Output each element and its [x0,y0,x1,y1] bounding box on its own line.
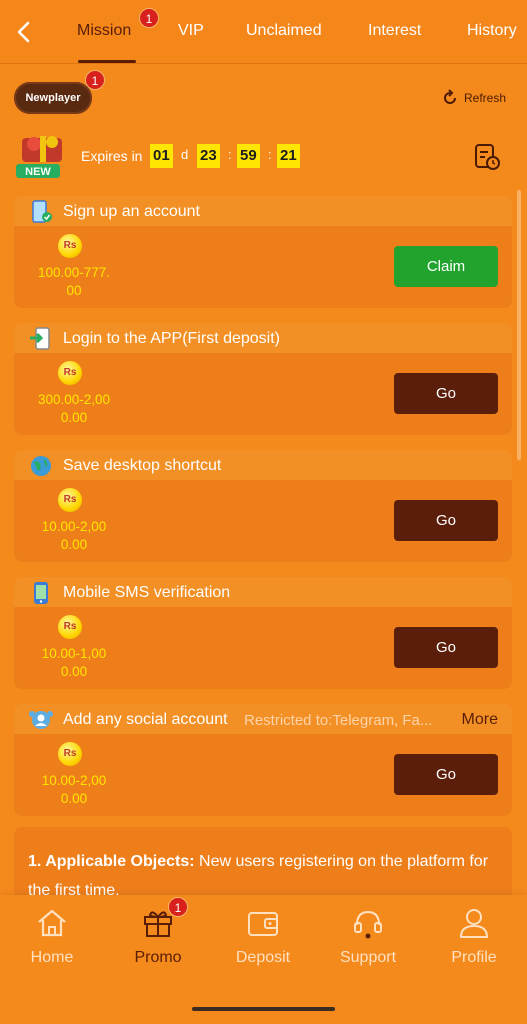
rupee-coin-icon: Rs [58,488,82,512]
mission-card: Save desktop shortcut Rs 10.00-2,00 0.00 … [14,450,512,562]
reward-amount: 10.00-2,00 0.00 [41,773,107,806]
tab-mission[interactable]: Mission [77,22,131,40]
mission-title: Sign up an account [63,203,200,220]
rules-document-icon[interactable] [472,142,502,172]
nav-deposit[interactable]: Deposit [223,905,303,967]
bottom-nav: Home Promo 1 Deposit Support Profile [0,895,527,1024]
more-link[interactable]: More [462,711,498,729]
new-gift-icon: NEW [16,136,62,178]
user-icon [459,909,489,938]
gesture-home-bar[interactable] [192,1007,335,1011]
nav-home[interactable]: Home [12,905,92,967]
refresh-label: Refresh [464,91,507,105]
mission-title: Login to the APP(First deposit) [63,330,280,347]
mission-card: Login to the APP(First deposit) Rs 300.0… [14,323,512,435]
nav-profile[interactable]: Profile [434,905,514,967]
tab-interest[interactable]: Interest [368,22,421,40]
reward-amount: 10.00-2,00 0.00 [41,519,107,552]
scrollbar[interactable] [517,190,521,460]
timer-minutes: 59 [237,144,260,168]
active-tab-indicator [78,60,136,63]
nav-promo[interactable]: Promo [118,905,198,967]
mission-card: Sign up an account Rs 100.00-777. 00 Clai… [14,196,512,308]
reward-amount: 10.00-1,00 0.00 [41,646,107,679]
timer-separator: : [228,147,232,162]
headset-icon [354,910,382,939]
reward-amount: 100.00-777. 00 [37,265,111,298]
tab-vip[interactable]: VIP [178,22,204,40]
go-button[interactable]: Go [394,627,498,668]
go-button[interactable]: Go [394,500,498,541]
promo-timer-row: NEW Expires in 01 d 23 : 59 : 21 [14,132,514,182]
top-tab-bar: Mission 1 VIP Unclaimed Interest History [0,0,527,64]
timer-days: 01 [150,144,173,168]
expires-label: Expires in [81,148,143,164]
phone-icon [34,582,48,604]
newplayer-tab[interactable]: Newplayer [14,82,92,114]
rupee-coin-icon: Rs [58,234,82,258]
social-icon [29,711,53,729]
mission-title: Mobile SMS verification [63,584,231,601]
restriction-note: Restricted to:Telegram, Fa... [244,712,433,729]
day-unit: d [181,147,189,162]
mission-title: Save desktop shortcut [63,457,222,474]
refresh-button[interactable]: Refresh [440,88,506,108]
mission-title: Add any social account [63,711,228,728]
go-button[interactable]: Go [394,754,498,795]
rupee-coin-icon: Rs [58,615,82,639]
newplayer-badge: 1 [85,70,105,90]
new-tag: NEW [25,166,51,178]
rupee-coin-icon: Rs [58,361,82,385]
refresh-icon [444,89,456,104]
back-arrow-icon[interactable] [12,18,36,46]
tab-history[interactable]: History [467,22,517,40]
go-button[interactable]: Go [394,373,498,414]
home-icon [38,909,66,937]
nav-support[interactable]: Support [328,905,408,967]
claim-button[interactable]: Claim [394,246,498,287]
timer-separator: : [268,147,272,162]
timer-hours: 23 [197,144,220,168]
mission-card: Mobile SMS verification Rs 10.00-1,00 0.0… [14,577,512,689]
phone-check-icon [32,200,52,223]
login-app-icon [30,327,50,350]
timer-seconds: 21 [277,144,300,168]
reward-amount: 300.00-2,00 0.00 [37,392,111,425]
mission-card: Add any social account Restricted to:Tel… [14,704,512,816]
rupee-coin-icon: Rs [58,742,82,766]
tab-unclaimed[interactable]: Unclaimed [246,22,322,40]
promo-badge: 1 [168,897,188,917]
globe-icon [31,456,51,476]
tab-mission-badge: 1 [139,8,159,28]
wallet-icon [248,912,278,936]
